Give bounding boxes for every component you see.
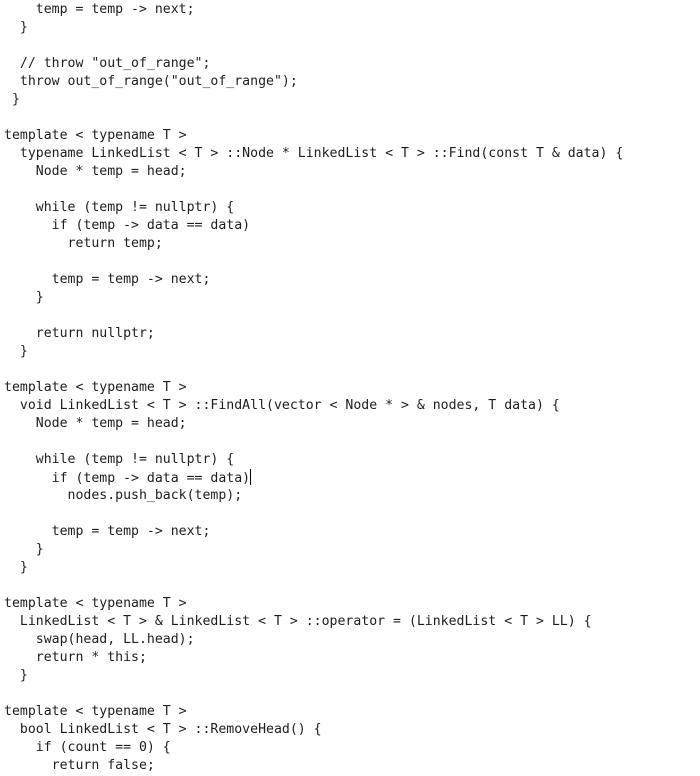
- code-line[interactable]: [4, 361, 623, 379]
- code-line[interactable]: throw out_of_range("out_of_range");: [4, 73, 623, 91]
- code-line[interactable]: [4, 253, 623, 271]
- code-line[interactable]: [4, 109, 623, 127]
- code-line[interactable]: [4, 505, 623, 523]
- code-line[interactable]: }: [4, 343, 623, 361]
- code-line[interactable]: }: [4, 667, 623, 685]
- code-line-text: }: [4, 290, 44, 305]
- code-editor[interactable]: temp = temp -> next; } // throw "out_of_…: [4, 1, 623, 775]
- code-line-text: if (temp -> data == data): [4, 218, 251, 233]
- code-line[interactable]: Node * temp = head;: [4, 415, 623, 433]
- code-line[interactable]: temp = temp -> next;: [4, 271, 623, 289]
- text-caret: [250, 469, 252, 485]
- code-line-text: temp = temp -> next;: [4, 272, 211, 287]
- code-line[interactable]: }: [4, 559, 623, 577]
- code-line[interactable]: return nullptr;: [4, 325, 623, 343]
- code-line[interactable]: Node * temp = head;: [4, 163, 623, 181]
- code-line-text: }: [4, 344, 28, 359]
- code-line-text: return nullptr;: [4, 326, 155, 341]
- code-line[interactable]: [4, 37, 623, 55]
- code-line[interactable]: [4, 181, 623, 199]
- code-line-text: while (temp != nullptr) {: [4, 452, 235, 467]
- code-line[interactable]: bool LinkedList < T > ::RemoveHead() {: [4, 721, 623, 739]
- code-line-text: Node * temp = head;: [4, 164, 187, 179]
- code-line-text: Node * temp = head;: [4, 416, 187, 431]
- code-line[interactable]: void LinkedList < T > ::FindAll(vector <…: [4, 397, 623, 415]
- code-line-text: return false;: [4, 758, 155, 773]
- code-line[interactable]: }: [4, 289, 623, 307]
- code-line[interactable]: typename LinkedList < T > ::Node * Linke…: [4, 145, 623, 163]
- code-line-text: LinkedList < T > & LinkedList < T > ::op…: [4, 614, 592, 629]
- code-line[interactable]: [4, 685, 623, 703]
- code-line[interactable]: if (count == 0) {: [4, 739, 623, 757]
- code-line-text: temp = temp -> next;: [4, 524, 211, 539]
- code-line[interactable]: template < typename T >: [4, 703, 623, 721]
- code-line-text: // throw "out_of_range";: [4, 56, 211, 71]
- code-line[interactable]: template < typename T >: [4, 127, 623, 145]
- code-line[interactable]: // throw "out_of_range";: [4, 55, 623, 73]
- code-line-text: return * this;: [4, 650, 147, 665]
- code-line-text: return temp;: [4, 236, 163, 251]
- code-line[interactable]: while (temp != nullptr) {: [4, 451, 623, 469]
- code-line-text: }: [4, 542, 44, 557]
- code-line-text: }: [4, 20, 28, 35]
- code-line[interactable]: }: [4, 541, 623, 559]
- code-line-text: void LinkedList < T > ::FindAll(vector <…: [4, 398, 560, 413]
- code-line[interactable]: }: [4, 19, 623, 37]
- code-line-text: swap(head, LL.head);: [4, 632, 195, 647]
- code-line[interactable]: if (temp -> data == data): [4, 469, 623, 487]
- code-line-text: nodes.push_back(temp);: [4, 488, 243, 503]
- code-line-text: if (count == 0) {: [4, 740, 171, 755]
- code-line-text: throw out_of_range("out_of_range");: [4, 74, 298, 89]
- code-line-text: }: [4, 92, 20, 107]
- code-line[interactable]: [4, 577, 623, 595]
- code-line[interactable]: nodes.push_back(temp);: [4, 487, 623, 505]
- code-line-text: template < typename T >: [4, 596, 187, 611]
- code-line[interactable]: return * this;: [4, 649, 623, 667]
- code-line[interactable]: template < typename T >: [4, 595, 623, 613]
- code-line[interactable]: while (temp != nullptr) {: [4, 199, 623, 217]
- code-line[interactable]: return temp;: [4, 235, 623, 253]
- code-line[interactable]: [4, 307, 623, 325]
- code-line-text: template < typename T >: [4, 128, 187, 143]
- code-line[interactable]: temp = temp -> next;: [4, 1, 623, 19]
- code-line-text: bool LinkedList < T > ::RemoveHead() {: [4, 722, 322, 737]
- code-line-text: template < typename T >: [4, 380, 187, 395]
- code-line[interactable]: [4, 433, 623, 451]
- code-line-text: while (temp != nullptr) {: [4, 200, 235, 215]
- code-line[interactable]: }: [4, 91, 623, 109]
- code-line[interactable]: LinkedList < T > & LinkedList < T > ::op…: [4, 613, 623, 631]
- code-line[interactable]: temp = temp -> next;: [4, 523, 623, 541]
- code-line-text: template < typename T >: [4, 704, 187, 719]
- code-line-text: }: [4, 668, 28, 683]
- code-line-text: typename LinkedList < T > ::Node * Linke…: [4, 146, 624, 161]
- code-line[interactable]: template < typename T >: [4, 379, 623, 397]
- code-line-text: }: [4, 560, 28, 575]
- code-line-text: if (temp -> data == data): [4, 471, 251, 486]
- code-line[interactable]: if (temp -> data == data): [4, 217, 623, 235]
- code-line[interactable]: swap(head, LL.head);: [4, 631, 623, 649]
- code-line[interactable]: return false;: [4, 757, 623, 775]
- code-line-text: temp = temp -> next;: [4, 2, 195, 17]
